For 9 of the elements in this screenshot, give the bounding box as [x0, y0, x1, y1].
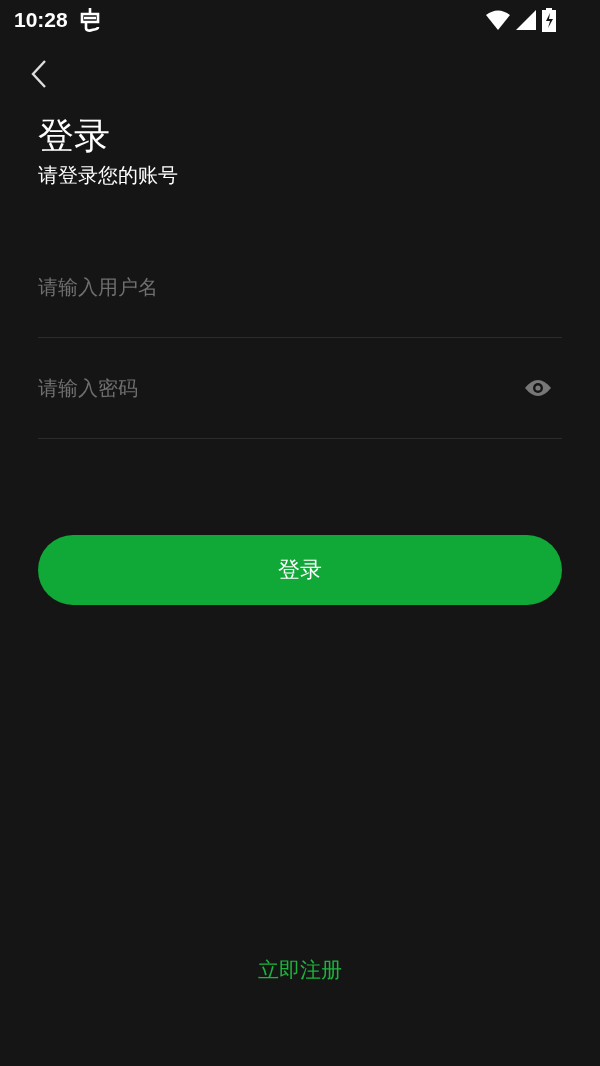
password-field[interactable]: 请输入密码	[38, 376, 524, 400]
signal-icon	[516, 10, 536, 30]
username-field[interactable]: 请输入用户名	[38, 275, 562, 299]
page-subtitle: 请登录您的账号	[38, 162, 178, 189]
register-link[interactable]: 立即注册	[258, 956, 342, 984]
page-title: 登录	[38, 114, 110, 158]
wifi-icon	[486, 10, 510, 30]
status-time: 10:28	[14, 8, 68, 32]
battery-icon	[542, 8, 556, 32]
